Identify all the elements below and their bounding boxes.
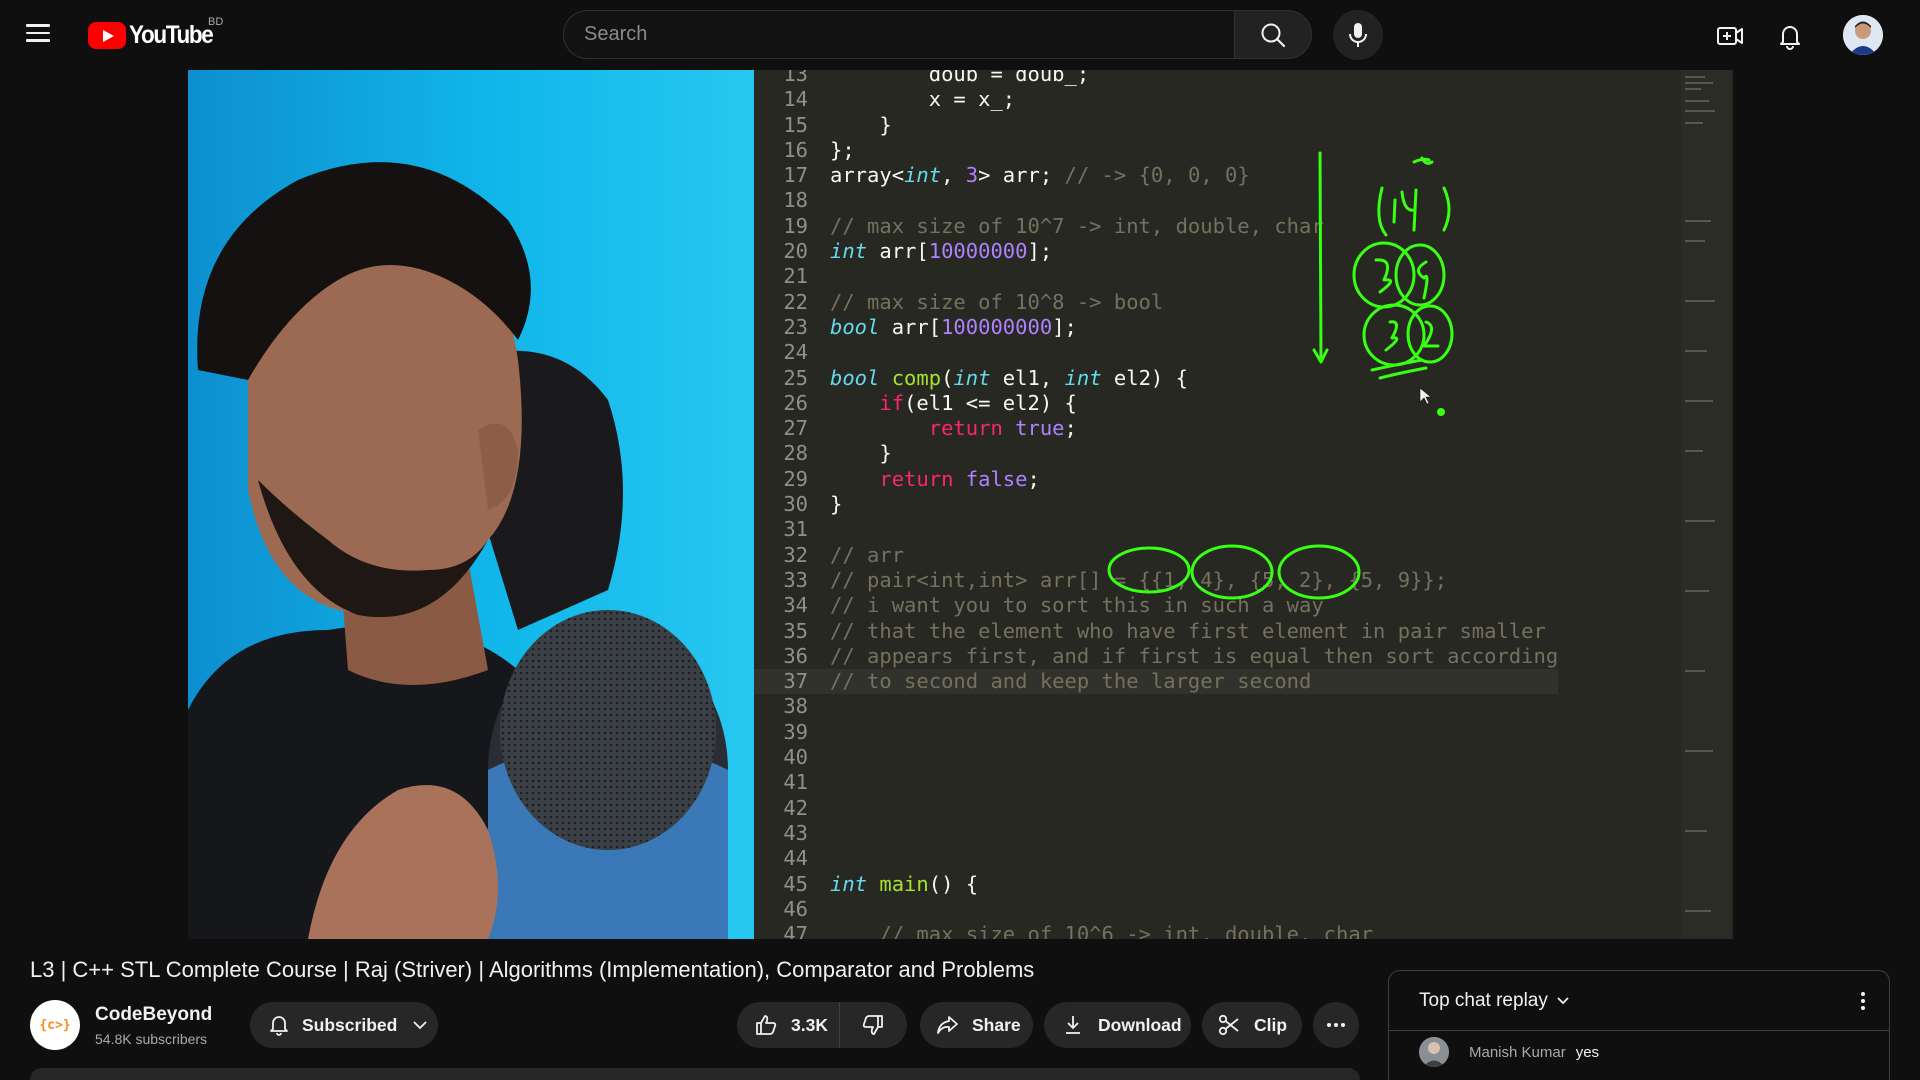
code-editor: 13 doub = doub_; 14 x = x_; 15 } 16}; 17 arra… — [754, 70, 1733, 939]
chat-message-text: yes — [1575, 1043, 1600, 1061]
chat-author-avatar[interactable] — [1419, 1037, 1449, 1067]
microphone-icon — [1349, 23, 1367, 47]
country-code: BD — [208, 16, 224, 28]
youtube-play-icon — [88, 21, 126, 49]
presenter-image — [188, 162, 728, 939]
thumbs-up-icon — [756, 1015, 777, 1035]
top-bar: YouTube BD — [0, 0, 1920, 70]
like-dislike-group: 3.3K — [737, 1002, 907, 1048]
voice-search-button[interactable] — [1333, 10, 1383, 60]
bell-icon — [1780, 26, 1800, 50]
subscribed-label: Subscribed — [302, 1014, 398, 1035]
like-button[interactable]: 3.3K — [737, 1002, 840, 1048]
chat-replay-panel: Top chat replay Manish Kumar yes — [1388, 970, 1890, 1080]
download-label: Download — [1098, 1014, 1182, 1035]
share-button[interactable]: Share — [920, 1002, 1033, 1048]
search-icon — [1261, 23, 1286, 48]
chat-menu-button[interactable] — [1851, 987, 1875, 1015]
subscribed-button[interactable]: Subscribed — [250, 1002, 438, 1048]
thumbs-down-icon — [862, 1015, 883, 1035]
chevron-down-icon — [413, 1021, 427, 1030]
chat-header: Top chat replay — [1389, 971, 1889, 1031]
video-player[interactable]: 13 doub = doub_; 14 x = x_; 15 } 16}; 17 arra… — [188, 70, 1733, 939]
menu-icon[interactable] — [26, 19, 66, 51]
chat-author-name[interactable]: Manish Kumar — [1469, 1044, 1566, 1061]
logo-text: YouTube — [129, 20, 214, 49]
channel-name[interactable]: CodeBeyond — [95, 1004, 212, 1026]
clip-label: Clip — [1254, 1014, 1288, 1035]
webcam-feed — [188, 70, 754, 939]
download-button[interactable]: Download — [1044, 1002, 1191, 1048]
share-icon — [937, 1016, 958, 1034]
more-horizontal-icon — [1327, 1023, 1345, 1027]
user-avatar-icon — [1843, 15, 1883, 55]
chevron-down-icon — [1557, 997, 1569, 1005]
create-button[interactable] — [1710, 16, 1750, 56]
chat-title: Top chat replay — [1419, 990, 1548, 1011]
bell-icon — [270, 1016, 288, 1036]
more-actions-button[interactable] — [1313, 1002, 1359, 1048]
create-video-icon — [1717, 27, 1743, 45]
youtube-logo[interactable]: YouTube — [88, 20, 222, 50]
channel-avatar-text: {c>} — [39, 1017, 71, 1033]
description-box[interactable] — [30, 1068, 1360, 1080]
clip-button[interactable]: Clip — [1202, 1002, 1302, 1048]
notifications-button[interactable] — [1770, 16, 1810, 56]
chat-mode-dropdown[interactable]: Top chat replay — [1419, 990, 1574, 1012]
scissors-icon — [1218, 1014, 1239, 1036]
search-input[interactable] — [564, 11, 1234, 58]
download-icon — [1066, 1016, 1080, 1034]
account-avatar[interactable] — [1843, 15, 1883, 55]
subscriber-count: 54.8K subscribers — [95, 1031, 208, 1047]
like-count: 3.3K — [791, 1014, 828, 1035]
pen-annotations — [1107, 151, 1454, 600]
search-box — [563, 10, 1235, 59]
share-label: Share — [972, 1014, 1021, 1035]
dislike-button[interactable] — [840, 1002, 906, 1048]
chat-message: Manish Kumar yes — [1419, 1037, 1599, 1067]
video-title: L3 | C++ STL Complete Course | Raj (Stri… — [30, 957, 1035, 982]
more-vertical-icon — [1861, 992, 1865, 1010]
search-button[interactable] — [1234, 10, 1312, 59]
channel-avatar[interactable]: {c>} — [30, 1000, 80, 1050]
